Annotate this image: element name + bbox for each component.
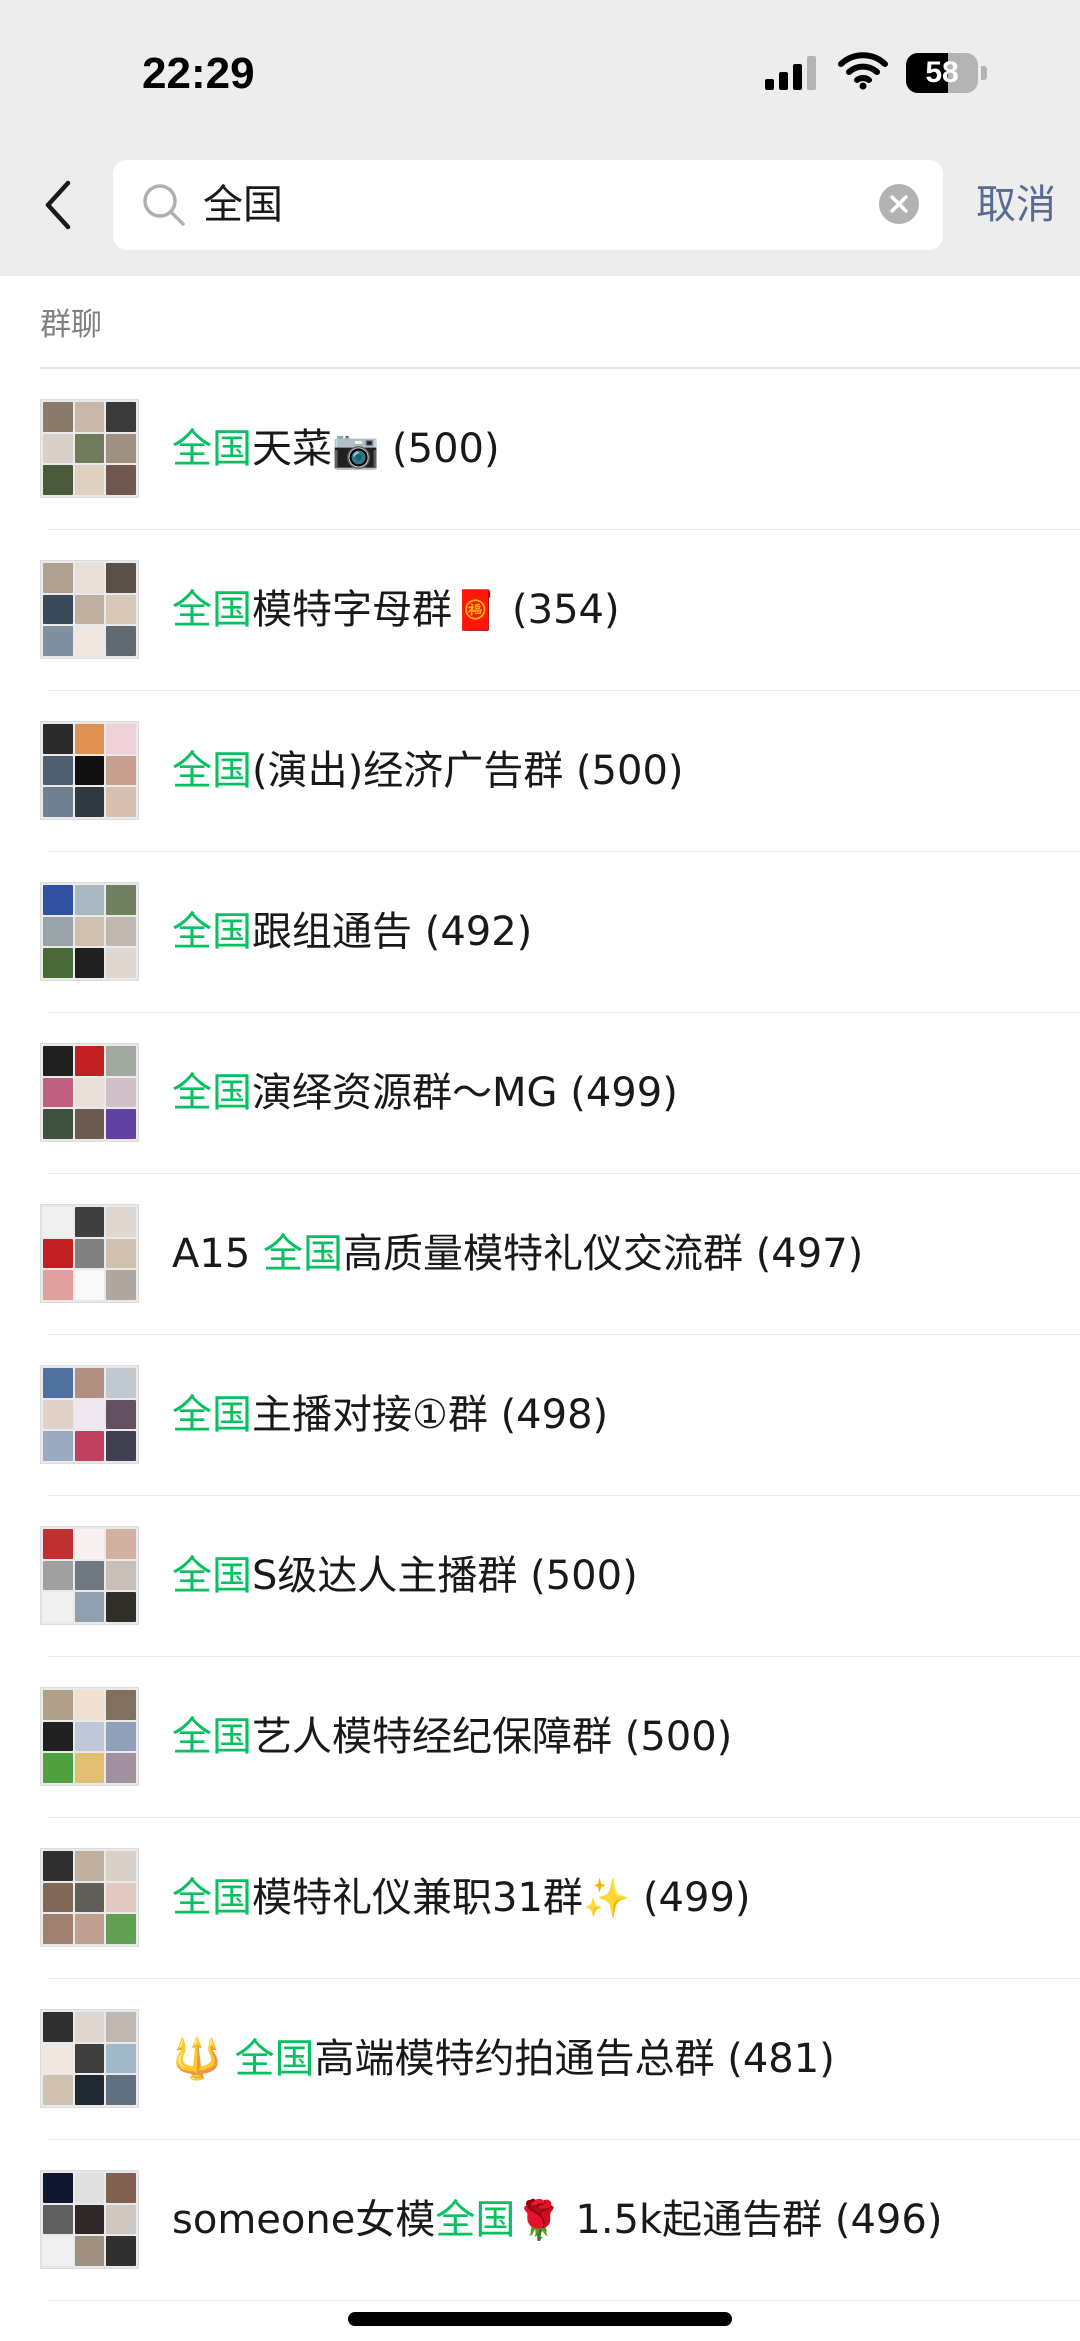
title-rest: 演绎资源群～MG bbox=[252, 1070, 558, 1116]
title-rest: 艺人模特经纪保障群 bbox=[252, 1714, 612, 1760]
title-keyword-highlight: 全国 bbox=[172, 1553, 252, 1599]
member-count: (499) bbox=[642, 1875, 751, 1921]
group-chat-title: 全国模特字母群🧧 (354) bbox=[172, 582, 620, 638]
battery-level: 58 bbox=[925, 56, 959, 89]
search-box[interactable] bbox=[113, 160, 943, 250]
member-count: (492) bbox=[424, 909, 533, 955]
battery-icon: 58 bbox=[906, 53, 988, 93]
group-avatar bbox=[40, 560, 139, 659]
group-avatar bbox=[40, 1687, 139, 1786]
group-chat-row[interactable]: someone女模全国🌹 1.5k起通告群 (496) bbox=[0, 2140, 1080, 2301]
title-keyword-highlight: 全国 bbox=[172, 909, 252, 955]
group-chat-row[interactable]: 全国模特礼仪兼职31群✨ (499) bbox=[0, 1818, 1080, 1979]
member-count: (497) bbox=[755, 1231, 864, 1277]
group-chat-title: 全国艺人模特经纪保障群 (500) bbox=[172, 1709, 732, 1765]
group-chat-row[interactable]: 全国天菜📷 (500) bbox=[0, 369, 1080, 530]
group-chat-row[interactable]: 全国S级达人主播群 (500) bbox=[0, 1496, 1080, 1657]
title-emoji: ✨ bbox=[582, 1876, 631, 1920]
title-keyword-highlight: 全国 bbox=[172, 587, 252, 633]
group-chat-title: 全国S级达人主播群 (500) bbox=[172, 1548, 638, 1604]
title-keyword-highlight: 全国 bbox=[172, 1875, 252, 1921]
member-count: (354) bbox=[512, 587, 620, 633]
member-count: (499) bbox=[570, 1070, 678, 1116]
group-chat-title: A15 全国高质量模特礼仪交流群 (497) bbox=[172, 1226, 863, 1282]
title-rest: 高端模特约拍通告总群 bbox=[314, 2036, 715, 2082]
title-keyword-highlight: 全国 bbox=[172, 1714, 252, 1760]
title-prefix: 🔱 bbox=[172, 2036, 235, 2082]
group-chat-title: 全国天菜📷 (500) bbox=[172, 421, 500, 477]
group-chat-title: 🔱 全国高端模特约拍通告总群 (481) bbox=[172, 2031, 835, 2087]
group-chat-row[interactable]: 全国主播对接①群 (498) bbox=[0, 1335, 1080, 1496]
group-avatar bbox=[40, 1365, 139, 1464]
title-rest: 模特礼仪兼职31群 bbox=[252, 1875, 583, 1921]
title-emoji: 📷 bbox=[332, 427, 380, 471]
cellular-signal-icon bbox=[765, 52, 821, 90]
group-chat-title: 全国主播对接①群 (498) bbox=[172, 1387, 608, 1443]
group-chat-row[interactable]: 全国跟组通告 (492) bbox=[0, 852, 1080, 1013]
member-count: (500) bbox=[392, 426, 500, 472]
group-avatar bbox=[40, 2009, 139, 2108]
search-input[interactable] bbox=[203, 160, 823, 250]
title-rest: S级达人主播群 bbox=[252, 1553, 518, 1599]
group-avatar bbox=[40, 721, 139, 820]
title-keyword-highlight: 全国 bbox=[172, 748, 252, 794]
group-avatar bbox=[40, 882, 139, 981]
group-avatar bbox=[40, 1043, 139, 1142]
member-count: (500) bbox=[530, 1553, 638, 1599]
title-prefix: A15 bbox=[172, 1231, 263, 1277]
group-chat-results: 全国天菜📷 (500) 全国模特字母群🧧 (354) 全国(演出)经济广告群 (50… bbox=[0, 369, 1080, 2301]
status-time: 22:29 bbox=[142, 49, 255, 98]
group-chat-title: 全国演绎资源群～MG (499) bbox=[172, 1065, 678, 1121]
back-button[interactable] bbox=[40, 175, 78, 235]
group-avatar bbox=[40, 2170, 139, 2269]
group-chat-title: 全国跟组通告 (492) bbox=[172, 904, 532, 960]
member-count: 1.5k起通告群 (496) bbox=[575, 2197, 943, 2243]
group-chat-title: someone女模全国🌹 1.5k起通告群 (496) bbox=[172, 2192, 942, 2248]
title-keyword-highlight: 全国 bbox=[172, 426, 252, 472]
search-icon bbox=[143, 184, 185, 226]
cancel-button[interactable]: 取消 bbox=[976, 175, 1056, 235]
title-keyword-highlight: 全国 bbox=[435, 2197, 516, 2243]
title-rest: 跟组通告 bbox=[252, 909, 412, 955]
group-chat-row[interactable]: A15 全国高质量模特礼仪交流群 (497) bbox=[0, 1174, 1080, 1335]
title-emoji: 🧧 bbox=[452, 588, 500, 632]
member-count: (481) bbox=[727, 2036, 835, 2082]
group-avatar bbox=[40, 1526, 139, 1625]
group-avatar bbox=[40, 399, 139, 498]
group-chat-row[interactable]: 全国模特字母群🧧 (354) bbox=[0, 530, 1080, 691]
title-rest: (演出)经济广告群 bbox=[252, 748, 564, 794]
member-count: (498) bbox=[500, 1392, 609, 1438]
clear-search-icon[interactable] bbox=[879, 184, 919, 224]
header-area: 22:29 58 取消 bbox=[0, 0, 1080, 276]
group-chat-row[interactable]: 全国演绎资源群～MG (499) bbox=[0, 1013, 1080, 1174]
title-rest: 主播对接①群 bbox=[252, 1392, 488, 1438]
section-title-group-chats: 群聊 bbox=[40, 307, 102, 343]
title-rest: 模特字母群 bbox=[252, 587, 452, 633]
group-avatar bbox=[40, 1204, 139, 1303]
member-count: (500) bbox=[575, 748, 684, 794]
group-avatar bbox=[40, 1848, 139, 1947]
wifi-icon bbox=[838, 52, 888, 90]
group-chat-row[interactable]: 全国(演出)经济广告群 (500) bbox=[0, 691, 1080, 852]
title-keyword-highlight: 全国 bbox=[234, 2036, 315, 2082]
group-chat-title: 全国(演出)经济广告群 (500) bbox=[172, 743, 684, 799]
title-keyword-highlight: 全国 bbox=[172, 1070, 252, 1116]
title-rest: 天菜 bbox=[252, 426, 332, 472]
member-count: (500) bbox=[624, 1714, 733, 1760]
group-chat-row[interactable]: 🔱 全国高端模特约拍通告总群 (481) bbox=[0, 1979, 1080, 2140]
title-rest: 高质量模特礼仪交流群 bbox=[342, 1231, 743, 1277]
title-keyword-highlight: 全国 bbox=[172, 1392, 252, 1438]
home-indicator[interactable] bbox=[348, 2312, 732, 2326]
title-keyword-highlight: 全国 bbox=[262, 1231, 343, 1277]
group-chat-title: 全国模特礼仪兼职31群✨ (499) bbox=[172, 1870, 751, 1926]
title-emoji: 🌹 bbox=[515, 2198, 563, 2242]
title-prefix: someone女模 bbox=[172, 2197, 436, 2243]
group-chat-row[interactable]: 全国艺人模特经纪保障群 (500) bbox=[0, 1657, 1080, 1818]
